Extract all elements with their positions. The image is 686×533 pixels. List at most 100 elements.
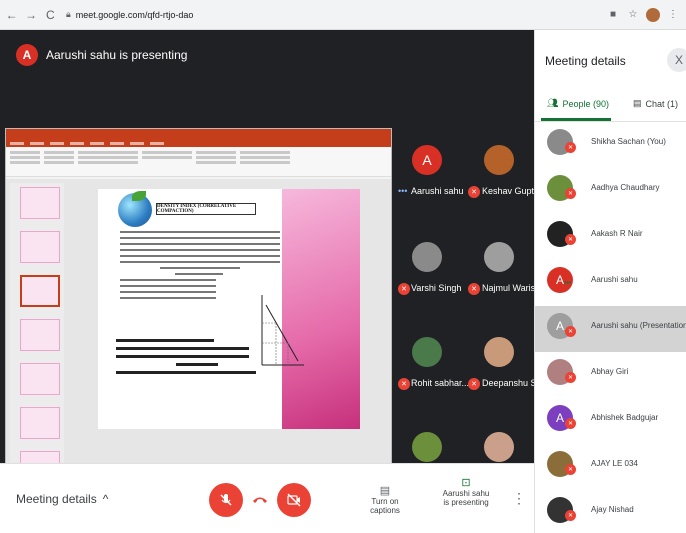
tab-chat[interactable]: ▤ Chat (1) [633, 98, 678, 109]
reload-icon[interactable]: C [43, 6, 58, 24]
back-arrow-icon[interactable]: ← [4, 6, 19, 24]
mic-off-icon [220, 494, 232, 506]
people-icon: 👥︎ [547, 98, 559, 108]
present-screen-icon: ⊡ [461, 477, 471, 489]
browser-toolbar: ← → C 🔒︎ meet.google.com/qfd-rtjo-dao ■ … [0, 0, 686, 30]
slide-thumbnails [10, 183, 64, 483]
people-tab-label: People (90) [562, 98, 609, 109]
meeting-details-label: Meeting details [16, 492, 97, 506]
participant-avatar [484, 337, 514, 367]
meeting-stage: A Aarushi sahu is presenting DENSITY IND… [0, 30, 544, 533]
mic-off-icon: ✕ [468, 186, 480, 198]
ppt-workspace: DENSITY INDEX (CORRELATIVE COMPACTION) [6, 179, 391, 484]
page: ← → C 🔒︎ meet.google.com/qfd-rtjo-dao ■ … [0, 0, 686, 533]
list-item[interactable]: ✕ Aadhya Chaudhary [535, 168, 686, 214]
presenting-label-line1: Aarushi sahu [442, 489, 490, 498]
mic-toggle-button[interactable] [209, 483, 243, 517]
slide-thumbnail[interactable] [20, 363, 60, 395]
leave-call-button[interactable] [243, 483, 277, 517]
meeting-details-panel: Meeting details X 👥︎ People (90) ▤ Chat … [534, 30, 686, 533]
mic-off-icon: ✕ [468, 378, 480, 390]
slide-bold-text [116, 339, 256, 379]
chevron-up-icon: ^ [102, 492, 109, 506]
participant-name: Keshav Gupta [482, 186, 540, 196]
participant-name: Rohit sabhar... [411, 378, 470, 388]
people-list: ✕ Shikha Sachan (You) ✕ Aadhya Chaudhary… [535, 122, 686, 533]
presenter-avatar: A [16, 44, 38, 66]
camera-off-icon [287, 493, 301, 507]
slide-thumbnail[interactable] [20, 231, 60, 263]
participant-avatar [412, 242, 442, 272]
ppt-ribbon [6, 147, 391, 177]
slide-thumbnail[interactable] [20, 187, 60, 219]
mic-off-icon: ✕ [398, 378, 410, 390]
meeting-details-button[interactable]: Meeting details ^ [16, 492, 108, 506]
density-graph [261, 295, 304, 366]
tab-people[interactable]: 👥︎ People (90) [547, 98, 609, 109]
presenter-header: A Aarushi sahu is presenting [0, 30, 534, 115]
captions-button[interactable]: ▤ Turn on captions [357, 484, 413, 515]
list-item[interactable]: ✕ AJAY LE 034 [535, 444, 686, 490]
list-item[interactable]: ✕ Ajay Nishad [535, 490, 686, 533]
participant-avatar [412, 432, 442, 462]
mic-off-icon: ✕ [468, 283, 480, 295]
kebab-menu-icon[interactable]: ⋮ [666, 8, 680, 22]
chat-tab-label: Chat (1) [645, 98, 679, 109]
person-name: Abhishek Badgujar [591, 413, 659, 422]
person-name: Aakash R Nair [591, 229, 643, 238]
presenter-label: Aarushi sahu is presenting [46, 48, 188, 62]
captions-label: Turn on captions [370, 497, 400, 515]
call-controls: Meeting details ^ ▤ Turn on captions ⊡ A… [0, 463, 534, 533]
address-bar[interactable]: 🔒︎ meet.google.com/qfd-rtjo-dao [65, 4, 606, 25]
slide-thumbnail[interactable] [20, 319, 60, 351]
mic-off-icon: ✕ [565, 418, 576, 429]
list-item[interactable]: A ••• Aarushi sahu [535, 260, 686, 306]
bookmark-star-icon[interactable]: ☆ [626, 8, 640, 22]
mic-off-icon: ✕ [565, 464, 576, 475]
person-name: Ajay Nishad [591, 505, 634, 514]
speaking-dots-icon: ••• [398, 186, 408, 196]
forward-arrow-icon[interactable]: → [23, 6, 38, 24]
mic-off-icon: ✕ [565, 510, 576, 521]
slide-heading: DENSITY INDEX (CORRELATIVE COMPACTION) [156, 203, 256, 215]
participant-avatar [484, 145, 514, 175]
camera-toggle-button[interactable] [277, 483, 311, 517]
mic-off-icon: ✕ [565, 326, 576, 337]
participant-name: Najmul Waris [482, 283, 536, 293]
participant-avatar [412, 337, 442, 367]
participant-name: Aarushi sahu [411, 186, 464, 196]
person-name: Aarushi sahu (Presentation) [591, 321, 686, 330]
close-icon[interactable]: X [667, 48, 686, 72]
ppt-titlebar [6, 129, 391, 139]
person-name: Aadhya Chaudhary [591, 183, 660, 192]
more-options-icon[interactable]: ⋮ [512, 490, 526, 507]
speaking-dots-icon: ••• [564, 280, 572, 287]
profile-avatar[interactable] [646, 7, 660, 22]
list-item[interactable]: ✕ Aakash R Nair [535, 214, 686, 260]
mic-off-icon: ✕ [565, 234, 576, 245]
panel-title: Meeting details [545, 54, 626, 68]
list-item[interactable]: A ✕ Abhishek Badgujar [535, 398, 686, 444]
person-name: Abhay Giri [591, 367, 629, 376]
person-name: AJAY LE 034 [591, 459, 638, 468]
shared-screen: DENSITY INDEX (CORRELATIVE COMPACTION) [5, 128, 392, 493]
url-text: meet.google.com/qfd-rtjo-dao [75, 9, 194, 20]
mic-off-icon: ✕ [398, 283, 410, 295]
person-name: Shikha Sachan (You) [591, 137, 666, 146]
camera-icon[interactable]: ■ [606, 8, 620, 22]
list-item[interactable]: ✕ Shikha Sachan (You) [535, 122, 686, 168]
person-name: Aarushi sahu [591, 275, 638, 284]
presenting-button[interactable]: ⊡ Aarushi sahu is presenting [440, 476, 492, 507]
participant-avatar: A [412, 145, 442, 175]
chat-icon: ▤ [633, 98, 642, 108]
participant-avatar [484, 242, 514, 272]
list-item[interactable]: ✕ Abhay Giri [535, 352, 686, 398]
list-item[interactable]: A ✕ Aarushi sahu (Presentation) [535, 306, 686, 352]
current-slide: DENSITY INDEX (CORRELATIVE COMPACTION) [98, 189, 360, 429]
ppt-ribbon-tabs [6, 139, 391, 147]
slide-thumbnail-active[interactable] [20, 275, 60, 307]
slide-thumbnail[interactable] [20, 407, 60, 439]
mic-off-icon: ✕ [565, 372, 576, 383]
lock-icon: 🔒︎ [65, 9, 71, 19]
presenting-label-line2: is presenting [443, 498, 489, 507]
